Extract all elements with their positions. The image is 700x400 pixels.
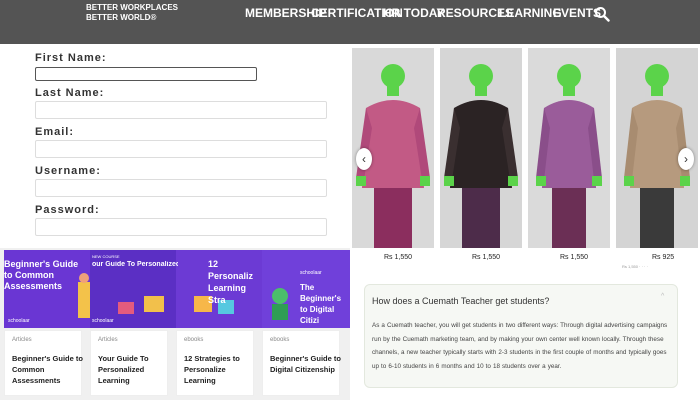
card-title[interactable]: Your Guide To Personalized Learning	[98, 353, 170, 386]
faq-question[interactable]: How does a Cuemath Teacher get students?	[372, 296, 549, 306]
banner-4-brand: schoolaar	[300, 270, 322, 276]
banner-2-title: our Guide To Personalized L	[92, 261, 178, 268]
menu-item-hr-today[interactable]: HR TODAY	[383, 6, 444, 20]
top-navigation-bar: BETTER WORKPLACES BETTER WORLD® MEMBERSH…	[0, 0, 700, 44]
registration-form: First Name: Last Name: Email: Username: …	[0, 44, 350, 248]
banner-2-brand: schoolaar	[92, 318, 114, 324]
card-tag: Articles	[12, 337, 32, 343]
password-label: Password:	[35, 204, 100, 216]
article-card[interactable]: ebooks 12 Strategies to Personalize Lear…	[176, 330, 254, 396]
card-title[interactable]: Beginner's Guide to Common Assessments	[12, 353, 84, 386]
product-price: Rs 1,550	[472, 254, 501, 261]
last-name-label: Last Name:	[35, 87, 105, 99]
email-label: Email:	[35, 126, 75, 138]
product-price: Rs 1,550	[384, 254, 413, 261]
card-tag: ebooks	[184, 337, 204, 343]
banner-2-tag: NEW COURSE	[92, 254, 120, 259]
article-card[interactable]: Articles Beginner's Guide to Common Asse…	[4, 330, 84, 396]
card-title[interactable]: Beginner's Guide to Digital Citizenship	[270, 353, 342, 375]
first-name-label: First Name:	[35, 52, 107, 64]
article-cards-section: Beginner's Guide to Common Assessments s…	[0, 248, 350, 400]
chevron-up-icon[interactable]: ^	[661, 293, 664, 300]
email-field[interactable]	[35, 140, 327, 158]
article-card[interactable]: Articles Your Guide To Personalized Lear…	[90, 330, 168, 396]
banner-4-title: The Beginner's to Digital Citizi	[300, 283, 342, 325]
logo-line-2: BETTER WORLD®	[86, 13, 157, 22]
card-title[interactable]: 12 Strategies to Personalize Learning	[184, 353, 256, 386]
faq-answer: As a Cuemath teacher, you will get stude…	[372, 322, 668, 370]
carousel-prev-button[interactable]: ‹	[356, 148, 372, 170]
carousel-small-text: Rs 1,550 · · · ·	[622, 264, 648, 269]
article-card[interactable]: ebooks Beginner's Guide to Digital Citiz…	[262, 330, 342, 396]
search-icon[interactable]	[594, 6, 610, 22]
faq-accordion-item[interactable]: How does a Cuemath Teacher get students?…	[364, 284, 678, 388]
product-price: Rs 925	[652, 254, 675, 261]
product-price: Rs 1,550	[560, 254, 589, 261]
first-name-field[interactable]	[35, 67, 257, 81]
card-tag: Articles	[98, 337, 118, 343]
site-logo[interactable]: BETTER WORKPLACES BETTER WORLD®	[86, 3, 178, 23]
carousel-next-button[interactable]: ›	[678, 148, 694, 170]
banner-1-title: Beginner's Guide to Common Assessments	[4, 259, 79, 291]
last-name-field[interactable]	[35, 101, 327, 119]
product-image[interactable]	[440, 48, 522, 248]
product-carousel: Rs 1,550 Rs 1,550 Rs 1,550 Rs 925 ‹ ›	[350, 44, 700, 276]
username-label: Username:	[35, 165, 101, 177]
card-tag: ebooks	[270, 337, 290, 343]
banner-1-brand: schoolaar	[8, 318, 30, 324]
password-field[interactable]	[35, 218, 327, 236]
username-field[interactable]	[35, 179, 327, 197]
banner-3-title: 12 Personaliz Learning Stra	[208, 259, 254, 305]
logo-line-1: BETTER WORKPLACES	[86, 3, 178, 12]
product-image[interactable]	[528, 48, 610, 248]
